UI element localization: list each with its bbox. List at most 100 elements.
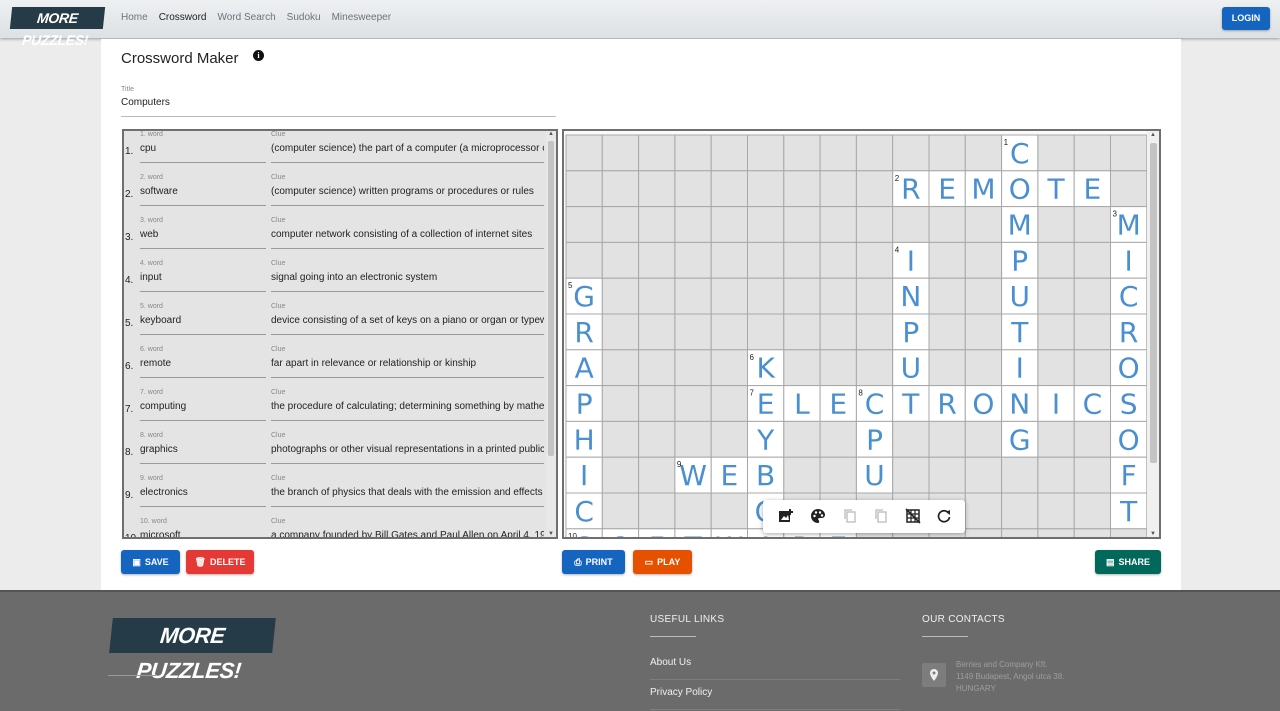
grid-cell-empty[interactable]: [1073, 492, 1112, 530]
grid-cell-empty[interactable]: [638, 456, 676, 494]
word-input[interactable]: keyboard: [140, 315, 266, 335]
grid-cell-empty[interactable]: [1073, 349, 1112, 387]
grid-cell-empty[interactable]: [1110, 170, 1148, 208]
word-input[interactable]: cpu: [140, 143, 266, 163]
grid-cell-empty[interactable]: [674, 277, 712, 315]
grid-cell-empty[interactable]: [710, 134, 748, 172]
grid-cell-empty[interactable]: [1001, 492, 1039, 530]
grid-cell-empty[interactable]: [601, 492, 640, 530]
grid-cell-empty[interactable]: [783, 241, 821, 279]
grid-cell-empty[interactable]: [928, 420, 966, 458]
grid-cell-empty[interactable]: [892, 456, 930, 494]
grid-cell-empty[interactable]: [710, 420, 748, 458]
grid-cell-empty[interactable]: [565, 206, 603, 243]
grid-cell-empty[interactable]: [1001, 456, 1039, 494]
grid-cell-empty[interactable]: [710, 385, 748, 422]
grid-cell-empty[interactable]: [674, 134, 712, 172]
grid-cell-empty[interactable]: [855, 134, 894, 172]
grid-cell-empty[interactable]: [783, 349, 821, 387]
nav-word-search[interactable]: Word Search: [217, 12, 275, 23]
login-button[interactable]: LOGIN: [1222, 7, 1270, 30]
grid-cell-empty[interactable]: [783, 134, 821, 172]
grid-cell-empty[interactable]: [783, 313, 821, 351]
grid-cell-empty[interactable]: [1001, 528, 1039, 537]
grid-cell-empty[interactable]: [892, 420, 930, 458]
grid-cell-empty[interactable]: [964, 241, 1003, 279]
grid-cell-empty[interactable]: [638, 206, 676, 243]
grid-cell-empty[interactable]: [1037, 349, 1075, 387]
grid-cell-empty[interactable]: [928, 206, 966, 243]
word-input[interactable]: computing: [140, 401, 266, 421]
grid-cell-empty[interactable]: [1037, 528, 1075, 537]
title-input[interactable]: Computers: [121, 97, 556, 117]
word-list-panel[interactable]: 1. 1. word cpu Clue (computer science) the p…: [122, 129, 558, 539]
grid-cell-empty[interactable]: [1037, 313, 1075, 351]
grid-cell-empty[interactable]: [1037, 492, 1075, 530]
grid-cell-empty[interactable]: [928, 134, 966, 172]
word-input[interactable]: microsoft: [140, 530, 266, 537]
scroll-down-icon[interactable]: ▼: [1150, 531, 1156, 537]
print-button[interactable]: ⎙ PRINT: [562, 550, 625, 574]
grid-cell-empty[interactable]: [638, 313, 676, 351]
grid-cell-empty[interactable]: [964, 528, 1003, 537]
grid-cell-empty[interactable]: [747, 241, 785, 279]
share-button[interactable]: ▤ SHARE: [1095, 550, 1161, 574]
word-list-scrollbar[interactable]: ▲ ▼: [546, 131, 556, 537]
grid-cell-empty[interactable]: [710, 241, 748, 279]
grid-cell-empty[interactable]: [1073, 456, 1112, 494]
grid-cell-empty[interactable]: [1073, 313, 1112, 351]
scrollbar-thumb[interactable]: [548, 141, 554, 456]
grid-cell-empty[interactable]: [855, 170, 894, 208]
nav-home[interactable]: Home: [121, 12, 148, 23]
crossword-grid[interactable]: C1R2 E M O T EM M3I4 P IG5 N U CR P T RA K6 U I OP E7 L E C8 T R…: [564, 131, 1149, 537]
grid-scrollbar[interactable]: ▲ ▼: [1147, 131, 1159, 537]
grid-cell-empty[interactable]: [638, 277, 676, 315]
grid-cell-empty[interactable]: [674, 492, 712, 530]
copy-icon-2[interactable]: [873, 508, 889, 524]
nav-minesweeper[interactable]: Minesweeper: [332, 12, 391, 23]
grid-cell-empty[interactable]: [710, 277, 748, 315]
grid-cell-empty[interactable]: [964, 134, 1003, 172]
grid-cell-empty[interactable]: [747, 134, 785, 172]
grid-cell-empty[interactable]: [819, 456, 857, 494]
grid-cell-empty[interactable]: [601, 170, 640, 208]
grid-cell-empty[interactable]: [710, 170, 748, 208]
save-button[interactable]: ▣ SAVE: [121, 550, 180, 574]
grid-cell-empty[interactable]: [747, 170, 785, 208]
grid-cell-empty[interactable]: [783, 206, 821, 243]
grid-cell-empty[interactable]: [783, 170, 821, 208]
grid-cell-empty[interactable]: [1110, 528, 1148, 537]
grid-cell-empty[interactable]: [747, 277, 785, 315]
grid-cell-empty[interactable]: [674, 170, 712, 208]
scrollbar-thumb[interactable]: [1150, 143, 1157, 463]
grid-cell-empty[interactable]: [601, 349, 640, 387]
clue-input[interactable]: computer network consisting of a collect…: [271, 229, 544, 249]
grid-cell-empty[interactable]: [964, 206, 1003, 243]
word-input[interactable]: graphics: [140, 444, 266, 464]
grid-cell-empty[interactable]: [1073, 277, 1112, 315]
grid-cell-empty[interactable]: [1073, 528, 1112, 537]
footer-logo[interactable]: MORE PUZZLES!: [109, 618, 276, 683]
delete-button[interactable]: 🗑 DELETE: [186, 550, 254, 574]
grid-cell-empty[interactable]: [964, 492, 1003, 530]
nav-sudoku[interactable]: Sudoku: [287, 12, 321, 23]
grid-cell-empty[interactable]: [819, 420, 857, 458]
grid-cell-empty[interactable]: [855, 241, 894, 279]
grid-cell-empty[interactable]: [601, 134, 640, 172]
grid-cell-empty[interactable]: [565, 134, 603, 172]
grid-cell-empty[interactable]: [1037, 456, 1075, 494]
grid-cell-empty[interactable]: [638, 492, 676, 530]
grid-cell-empty[interactable]: [638, 170, 676, 208]
play-button[interactable]: ▭ PLAY: [633, 550, 692, 574]
word-input[interactable]: input: [140, 272, 266, 292]
clue-input[interactable]: a company founded by Bill Gates and Paul…: [271, 530, 544, 537]
grid-cell-empty[interactable]: [892, 134, 930, 172]
grid-cell-empty[interactable]: [638, 134, 676, 172]
add-image-icon[interactable]: [778, 508, 794, 524]
palette-icon[interactable]: [810, 508, 826, 524]
grid-cell-empty[interactable]: [710, 313, 748, 351]
clue-input[interactable]: far apart in relevance or relationship o…: [271, 358, 544, 378]
grid-cell-empty[interactable]: [855, 277, 894, 315]
grid-cell-empty[interactable]: [747, 206, 785, 243]
grid-cell-empty[interactable]: [638, 420, 676, 458]
